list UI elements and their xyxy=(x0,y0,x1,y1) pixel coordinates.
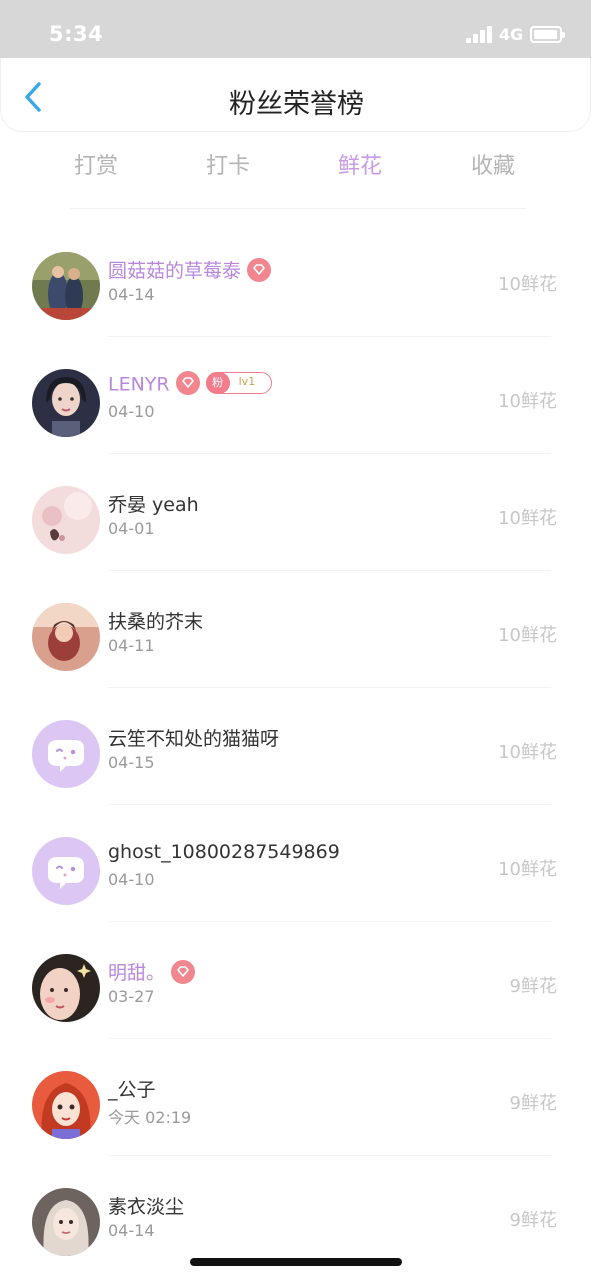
tab-bar: 打赏 打卡 鲜花 收藏 xyxy=(0,132,591,192)
avatar[interactable] xyxy=(32,603,100,671)
status-bar: 5:34 4G xyxy=(0,0,591,58)
fan-date: 04-14 xyxy=(108,1221,155,1240)
fan-row[interactable]: 扶桑的芥末 04-11 10鲜花 xyxy=(0,571,591,688)
fan-row[interactable]: 乔晏 yeah 04-01 10鲜花 xyxy=(0,454,591,571)
fan-date: 04-11 xyxy=(108,636,155,655)
status-time: 5:34 xyxy=(49,22,104,46)
fan-name: 明甜。 xyxy=(108,958,196,986)
flower-count: 10鲜花 xyxy=(498,742,557,763)
avatar[interactable] xyxy=(32,720,100,788)
home-indicator[interactable] xyxy=(190,1258,402,1266)
vip-diamond-icon xyxy=(175,371,200,395)
tab-favorites[interactable]: 收藏 xyxy=(453,148,533,180)
network-type: 4G xyxy=(499,25,524,44)
fan-name: _公子 xyxy=(108,1079,156,1101)
fan-date: 今天 02:19 xyxy=(108,1108,192,1127)
avatar[interactable] xyxy=(32,369,100,437)
fan-name: 扶桑的芥末 xyxy=(108,611,204,633)
fan-name: 圆菇菇的草莓泰 xyxy=(108,256,272,284)
fan-row[interactable]: ghost_10800287549869 04-10 10鲜花 xyxy=(0,805,591,922)
nav-bar: 粉丝荣誉榜 xyxy=(0,58,591,132)
avatar[interactable] xyxy=(32,1071,100,1139)
fan-date: 04-15 xyxy=(108,753,155,772)
fan-level-badge: 粉 lv1 xyxy=(205,372,272,394)
fan-name: ghost_10800287549869 xyxy=(108,841,340,863)
vip-diamond-icon xyxy=(171,959,196,984)
tabs-divider xyxy=(70,208,526,209)
flower-count: 10鲜花 xyxy=(498,625,557,646)
fan-row[interactable]: LENYR 粉 lv1 04-10 10鲜花 xyxy=(0,337,591,454)
fan-name: 云笙不知处的猫猫呀 xyxy=(108,728,280,750)
fan-name: LENYR 粉 lv1 xyxy=(108,371,272,397)
fan-date: 04-10 xyxy=(108,870,155,889)
flower-count: 10鲜花 xyxy=(498,274,557,295)
default-chat-bubble-icon xyxy=(32,720,100,788)
flower-count: 10鲜花 xyxy=(498,859,557,880)
tab-flowers[interactable]: 鲜花 xyxy=(320,148,400,180)
tab-checkin[interactable]: 打卡 xyxy=(188,148,268,180)
tab-reward[interactable]: 打赏 xyxy=(56,148,136,180)
fan-row[interactable]: 素衣淡尘 04-14 9鲜花 xyxy=(0,1156,591,1273)
avatar[interactable] xyxy=(32,837,100,905)
fan-name: 素衣淡尘 xyxy=(108,1196,185,1218)
avatar[interactable] xyxy=(32,1188,100,1256)
flower-count: 9鲜花 xyxy=(509,1093,557,1114)
flower-count: 9鲜花 xyxy=(509,976,557,997)
fan-name: 乔晏 yeah xyxy=(108,494,199,516)
avatar[interactable] xyxy=(32,486,100,554)
fan-row[interactable]: 圆菇菇的草莓泰 04-14 10鲜花 xyxy=(0,220,591,337)
battery-icon xyxy=(530,26,565,43)
default-chat-bubble-icon xyxy=(32,837,100,905)
flower-count: 9鲜花 xyxy=(509,1210,557,1231)
flower-count: 10鲜花 xyxy=(498,391,557,412)
signal-icon xyxy=(466,26,494,43)
fan-date: 04-01 xyxy=(108,519,155,538)
vip-diamond-icon xyxy=(247,257,272,282)
fan-row[interactable]: 明甜。 03-27 9鲜花 xyxy=(0,922,591,1039)
fan-row[interactable]: _公子 今天 02:19 9鲜花 xyxy=(0,1039,591,1156)
avatar[interactable] xyxy=(32,954,100,1022)
fan-date: 03-27 xyxy=(108,987,155,1006)
fan-date: 04-10 xyxy=(108,402,155,421)
avatar[interactable] xyxy=(32,252,100,320)
fan-date: 04-14 xyxy=(108,285,155,304)
page-title: 粉丝荣誉榜 xyxy=(229,89,364,120)
fan-row[interactable]: 云笙不知处的猫猫呀 04-15 10鲜花 xyxy=(0,688,591,805)
flower-count: 10鲜花 xyxy=(498,508,557,529)
